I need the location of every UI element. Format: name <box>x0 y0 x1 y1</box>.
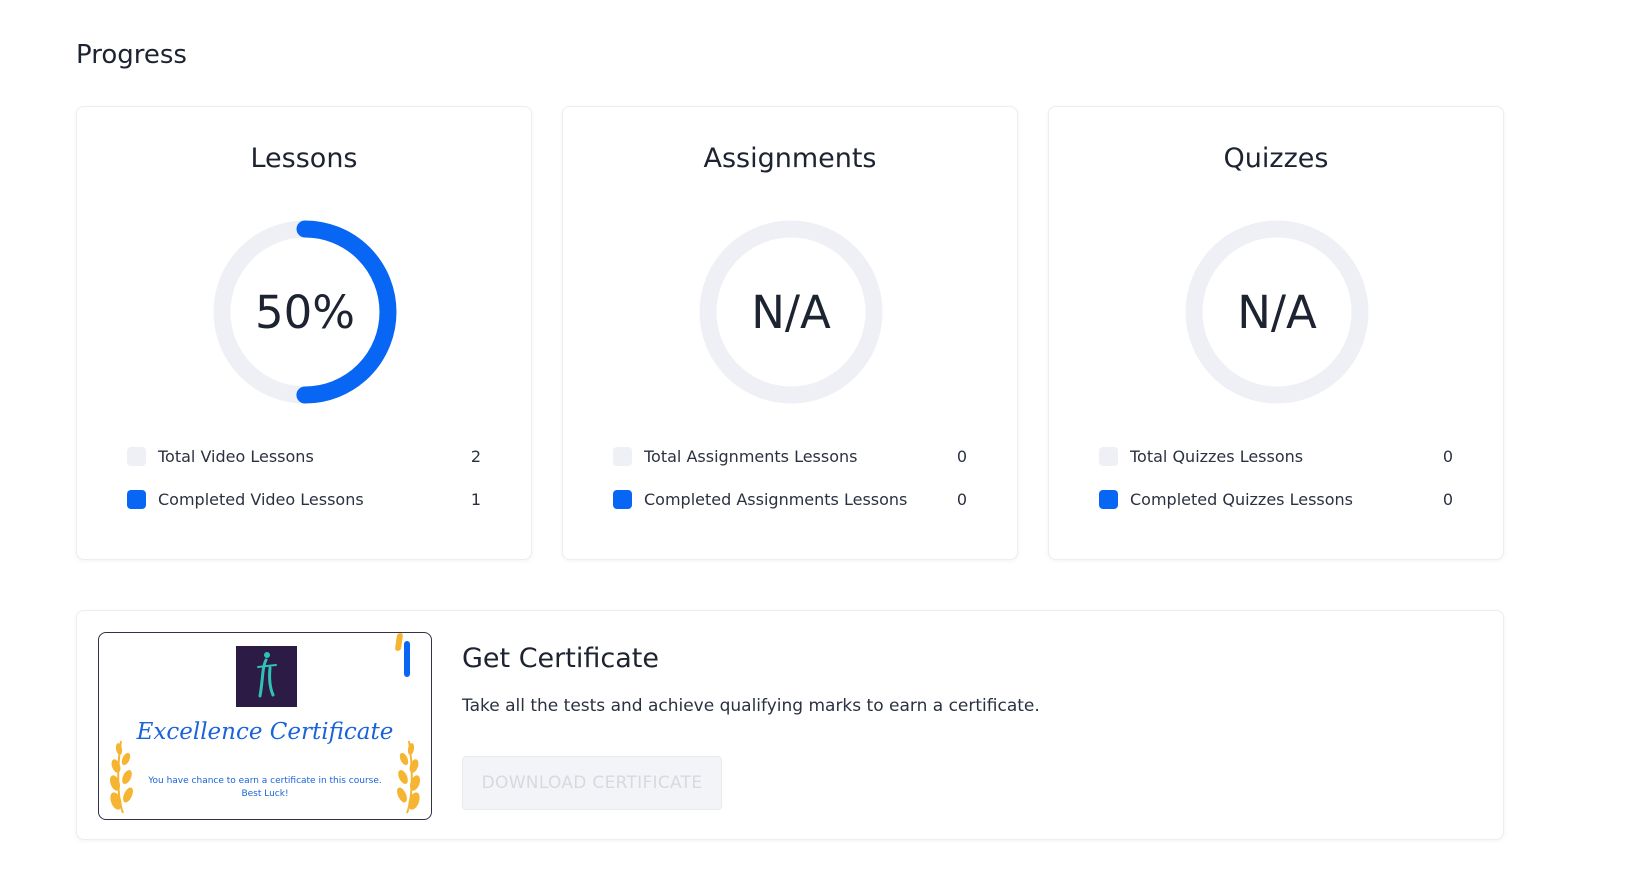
download-certificate-button[interactable]: DOWNLOAD CERTIFICATE <box>462 756 722 810</box>
progress-percent: N/A <box>751 285 831 339</box>
legend-total-label: Total Assignments Lessons <box>644 446 858 466</box>
progress-ring: N/A <box>699 220 883 404</box>
completed-swatch-icon <box>127 489 146 509</box>
certificate-title: Get Certificate <box>462 643 659 674</box>
progress-page: Progress Lessons 50% Total Video Lessons… <box>0 0 1632 873</box>
legend-completed-value: 0 <box>1442 489 1453 509</box>
total-swatch-icon <box>613 446 632 466</box>
legend-completed: Completed Video Lessons 1 <box>127 487 481 511</box>
card-title: Lessons <box>250 143 358 174</box>
legend-total-value: 0 <box>1442 446 1453 466</box>
legend-completed-label: Completed Assignments Lessons <box>644 489 908 509</box>
legend-total-value: 2 <box>470 446 481 466</box>
completed-swatch-icon <box>613 489 632 509</box>
total-swatch-icon <box>1099 446 1118 466</box>
quizzes-card: Quizzes N/A Total Quizzes Lessons 0 Comp… <box>1048 106 1504 560</box>
legend-total-label: Total Quizzes Lessons <box>1130 446 1304 466</box>
legend-completed-label: Completed Quizzes Lessons <box>1130 489 1354 509</box>
legend-completed: Completed Assignments Lessons 0 <box>613 487 967 511</box>
completed-swatch-icon <box>1099 489 1118 509</box>
laurel-branch-icon <box>109 737 135 815</box>
lessons-card: Lessons 50% Total Video Lessons 2 Comple… <box>76 106 532 560</box>
ti-logo-icon <box>236 646 297 707</box>
certificate-card: Excellence Certificate You have chance t… <box>76 610 1504 840</box>
legend-total: Total Video Lessons 2 <box>127 444 481 468</box>
legend-total-value: 0 <box>956 446 967 466</box>
accent-bar <box>404 641 410 677</box>
certificate-heading: Excellence Certificate <box>136 719 394 745</box>
legend-completed: Completed Quizzes Lessons 0 <box>1099 487 1453 511</box>
legend-total: Total Quizzes Lessons 0 <box>1099 444 1453 468</box>
certificate-preview-image: Excellence Certificate You have chance t… <box>98 632 432 820</box>
certificate-note: You have chance to earn a certificate in… <box>148 776 382 799</box>
legend-total: Total Assignments Lessons 0 <box>613 444 967 468</box>
legend-completed-value: 1 <box>470 489 481 509</box>
progress-ring: 50% <box>213 220 397 404</box>
total-swatch-icon <box>127 446 146 466</box>
legend-total-label: Total Video Lessons <box>158 446 314 466</box>
card-title: Assignments <box>703 143 877 174</box>
legend-completed-value: 0 <box>956 489 967 509</box>
progress-percent: N/A <box>1237 285 1317 339</box>
assignments-card: Assignments N/A Total Assignments Lesson… <box>562 106 1018 560</box>
accent-bar <box>394 633 404 651</box>
progress-ring: N/A <box>1185 220 1369 404</box>
certificate-description: Take all the tests and achieve qualifyin… <box>462 696 1040 716</box>
laurel-branch-icon <box>395 737 421 815</box>
progress-percent: 50% <box>254 285 356 339</box>
card-title: Quizzes <box>1223 143 1329 174</box>
page-title: Progress <box>76 40 187 70</box>
legend-completed-label: Completed Video Lessons <box>158 489 364 509</box>
